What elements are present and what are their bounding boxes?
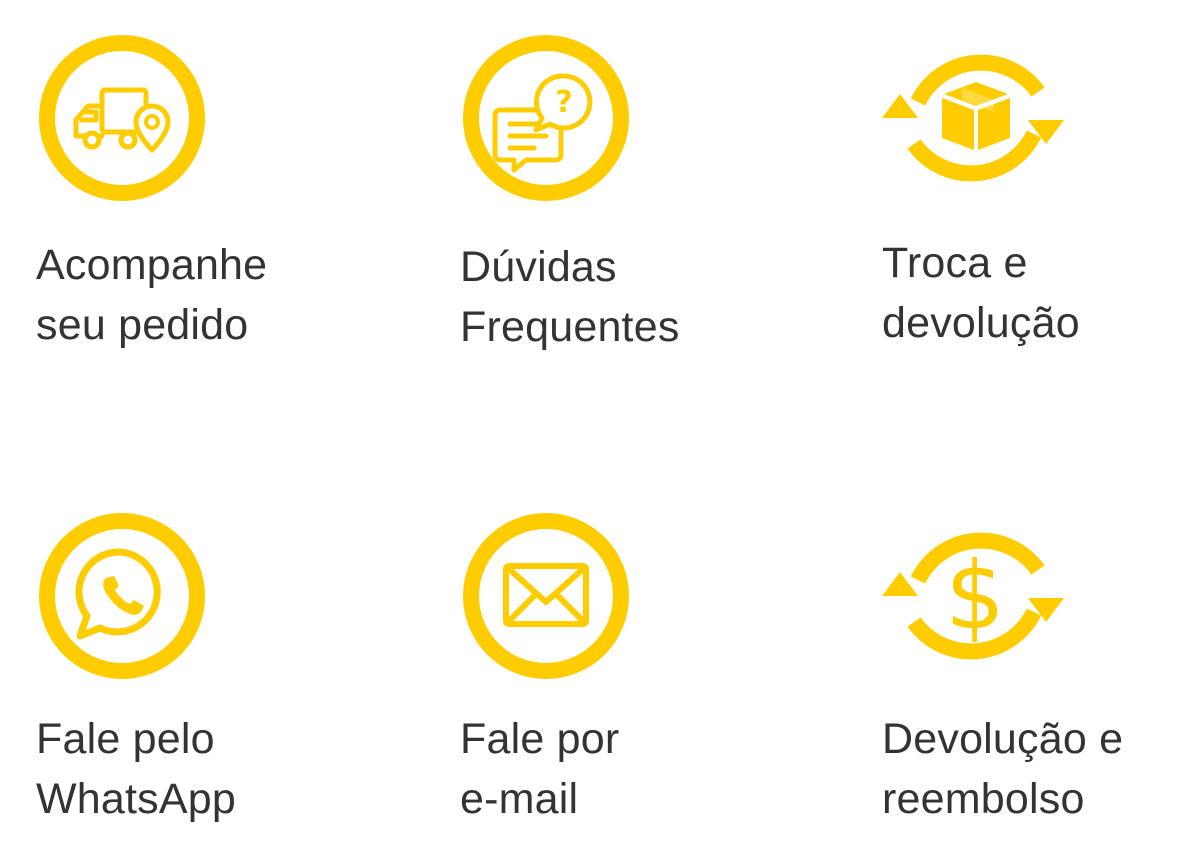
box-exchange-icon — [878, 32, 1074, 204]
dollar-refund-icon: $ — [878, 510, 1074, 682]
card-label: Dúvidas Frequentes — [460, 237, 680, 357]
faq-chat-icon: ? — [460, 32, 632, 204]
card-label: Fale por e-mail — [460, 709, 619, 829]
card-label: Troca e devolução — [882, 233, 1080, 353]
card-refund[interactable]: $ Devolução e reembolso — [882, 510, 1177, 840]
card-label-line2: devolução — [882, 299, 1080, 347]
card-exchange-return[interactable]: Troca e devolução — [882, 32, 1177, 362]
card-whatsapp[interactable]: Fale pelo WhatsApp — [36, 510, 336, 840]
card-label-line2: Frequentes — [460, 303, 680, 351]
card-label-line2: reembolso — [882, 775, 1085, 823]
card-label-line2: seu pedido — [36, 301, 249, 349]
mail-icon — [460, 510, 632, 682]
truck-location-icon — [36, 32, 208, 204]
card-label-line2: WhatsApp — [36, 775, 236, 823]
card-email[interactable]: Fale por e-mail — [460, 510, 760, 840]
card-track-order[interactable]: Acompanhe seu pedido — [36, 32, 336, 362]
card-label: Devolução e reembolso — [882, 709, 1123, 829]
svg-text:$: $ — [945, 542, 1005, 651]
card-faq[interactable]: ? Dúvidas Frequentes — [460, 32, 760, 362]
card-label-line1: Acompanhe — [36, 241, 268, 289]
card-label-line2: e-mail — [460, 775, 579, 823]
card-label-line1: Dúvidas — [460, 243, 617, 291]
card-label-line1: Fale pelo — [36, 715, 215, 763]
card-label: Fale pelo WhatsApp — [36, 709, 236, 829]
card-label-line1: Troca e — [882, 239, 1028, 287]
card-label: Acompanhe seu pedido — [36, 235, 267, 355]
whatsapp-icon — [36, 510, 208, 682]
svg-text:?: ? — [555, 85, 572, 120]
card-label-line1: Fale por — [460, 715, 620, 763]
card-label-line1: Devolução e — [882, 715, 1124, 763]
